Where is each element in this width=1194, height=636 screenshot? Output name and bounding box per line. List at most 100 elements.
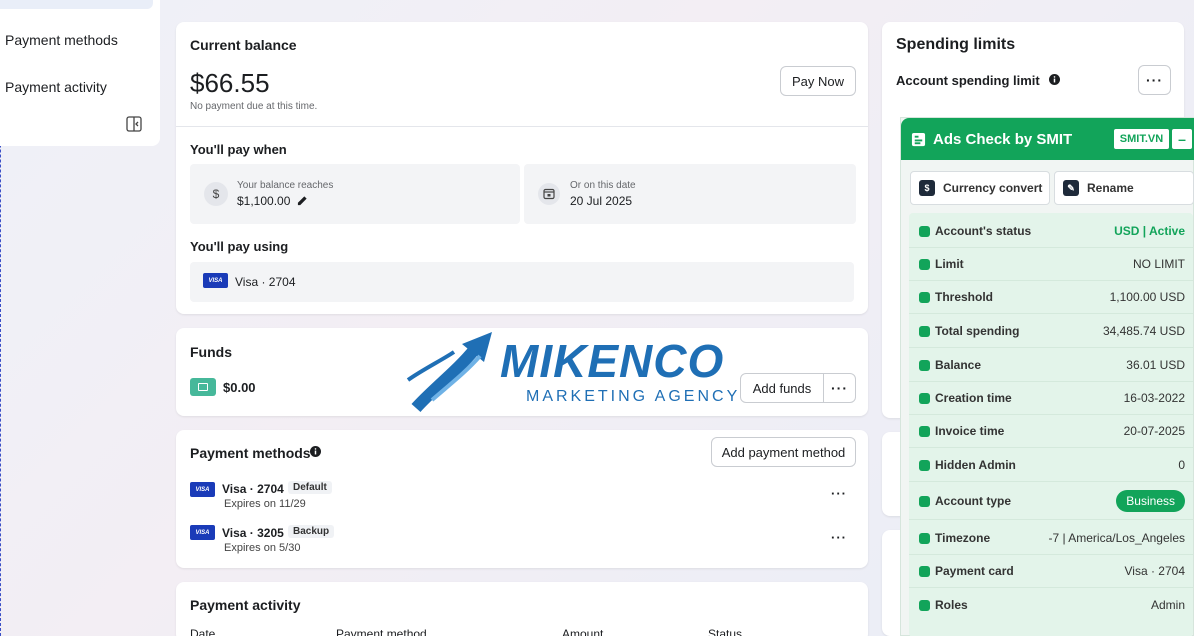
balance-icon xyxy=(919,360,930,371)
row-value: Admin xyxy=(1150,598,1185,612)
row-label: Roles xyxy=(935,598,968,612)
method-expiry: Expires on 5/30 xyxy=(224,542,301,554)
payment-methods-title: Payment methods xyxy=(190,445,311,461)
dollar-icon: $ xyxy=(204,182,228,206)
status-icon xyxy=(919,226,930,237)
method-expiry: Expires on 11/29 xyxy=(224,498,306,510)
column-header-payment-method[interactable]: Payment method xyxy=(336,627,427,636)
row-value: 1,100.00 USD xyxy=(1109,290,1185,304)
threshold-value: $1,100.00 xyxy=(237,194,291,208)
row-label: Account's status xyxy=(935,224,1032,238)
row-value: 0 xyxy=(1178,458,1185,472)
row-balance: Balance 36.01 USD xyxy=(909,349,1193,382)
row-label: Invoice time xyxy=(935,424,1005,438)
row-label: Limit xyxy=(935,257,964,271)
calendar-icon xyxy=(538,183,560,205)
current-balance-card: Current balance $66.55 No payment due at… xyxy=(176,22,868,314)
pencil-icon: ✎ xyxy=(1063,180,1079,196)
method-more-button[interactable]: ··· xyxy=(831,530,847,545)
account-info-list: Account's status USD | Active Limit NO LIM… xyxy=(909,213,1193,636)
pay-using-box: VISA Visa · 2704 xyxy=(190,262,854,302)
balance-card-title: Current balance xyxy=(190,37,297,53)
method-more-button[interactable]: ··· xyxy=(831,486,847,501)
balance-amount: $66.55 xyxy=(190,68,270,98)
card-icon xyxy=(919,566,930,577)
method-name: Visa · 2704 xyxy=(222,482,284,496)
billing-sidebar: Payment methods Payment activity xyxy=(0,0,160,146)
pay-using-card: Visa · 2704 xyxy=(235,275,296,289)
row-value: NO LIMIT xyxy=(1132,257,1185,271)
smit-badge[interactable]: SMIT.VN xyxy=(1114,129,1169,149)
row-roles: Roles Admin xyxy=(909,589,1193,622)
visa-logo: VISA xyxy=(190,482,215,497)
row-label: Timezone xyxy=(935,531,991,545)
threshold-label: Your balance reaches xyxy=(237,180,334,191)
funds-amount: $0.00 xyxy=(223,380,256,395)
extension-title: Ads Check by SMIT xyxy=(933,131,1073,148)
row-label: Threshold xyxy=(935,290,994,304)
invoice-icon xyxy=(919,426,930,437)
row-invoice-time: Invoice time 20-07-2025 xyxy=(909,415,1193,448)
row-limit: Limit NO LIMIT xyxy=(909,248,1193,281)
row-value: 16-03-2022 xyxy=(1123,391,1185,405)
date-value: 20 Jul 2025 xyxy=(570,194,633,208)
collapse-sidebar-icon[interactable] xyxy=(126,116,142,132)
payment-activity-title: Payment activity xyxy=(190,597,301,613)
funds-title: Funds xyxy=(190,344,232,360)
account-spending-limit-label: Account spending limit xyxy=(896,73,1040,88)
visa-logo: VISA xyxy=(203,273,228,288)
spending-limits-title: Spending limits xyxy=(896,36,1016,53)
info-icon[interactable] xyxy=(310,446,321,457)
column-header-date[interactable]: Date xyxy=(190,627,215,636)
spending-icon xyxy=(919,326,930,337)
sidebar-item-payment-activity[interactable]: Payment activity xyxy=(5,79,107,95)
row-account-status: Account's status USD | Active xyxy=(909,215,1193,248)
row-label: Account type xyxy=(935,494,1012,508)
row-account-type: Account type Business xyxy=(909,483,1193,520)
currency-convert-button[interactable]: $ Currency convert xyxy=(910,171,1050,205)
row-hidden-admin: Hidden Admin 0 xyxy=(909,449,1193,482)
currency-convert-label: Currency convert xyxy=(943,181,1043,195)
threshold-icon xyxy=(919,292,930,303)
mikenco-logo: MIKENCO MARKETING AGENCY xyxy=(402,330,758,412)
account-type-badge: Business xyxy=(1116,490,1185,512)
add-payment-method-button[interactable]: Add payment method xyxy=(711,437,856,467)
row-value: -7 | America/Los_Angeles xyxy=(1048,531,1185,545)
logo-name: MIKENCO xyxy=(500,335,725,387)
payment-activity-card: Payment activity Date Payment method Amo… xyxy=(176,582,868,636)
currency-icon: $ xyxy=(919,180,935,196)
pay-using-title: You'll pay using xyxy=(190,239,289,254)
sidebar-item-payment-methods[interactable]: Payment methods xyxy=(5,32,118,48)
row-value: 36.01 USD xyxy=(1126,358,1185,372)
row-payment-card: Payment card Visa · 2704 xyxy=(909,555,1193,588)
ads-check-extension-panel: Ads Check by SMIT SMIT.VN – $ Currency c… xyxy=(900,117,1194,636)
minimize-button[interactable]: – xyxy=(1172,129,1192,149)
threshold-box: $ Your balance reaches $1,100.00 xyxy=(190,164,520,224)
spending-more-button[interactable]: ··· xyxy=(1138,65,1171,95)
pay-now-button[interactable]: Pay Now xyxy=(780,66,856,96)
rename-button[interactable]: ✎ Rename xyxy=(1054,171,1194,205)
column-header-amount[interactable]: Amount xyxy=(562,627,603,636)
logo-arrow-mark xyxy=(406,332,492,412)
info-icon[interactable] xyxy=(1049,74,1060,85)
row-value: 20-07-2025 xyxy=(1123,424,1185,438)
pay-when-title: You'll pay when xyxy=(190,142,287,157)
default-tag: Default xyxy=(288,481,332,494)
extension-logo-icon xyxy=(911,132,926,147)
payment-methods-card: Payment methods Add payment method VISA … xyxy=(176,430,868,568)
shield-icon xyxy=(919,460,930,471)
balance-note: No payment due at this time. xyxy=(190,101,318,112)
column-header-status[interactable]: Status xyxy=(708,627,742,636)
row-creation-time: Creation time 16-03-2022 xyxy=(909,382,1193,415)
row-label: Creation time xyxy=(935,391,1012,405)
extension-header[interactable]: Ads Check by SMIT SMIT.VN – xyxy=(901,118,1194,160)
logo-tagline: MARKETING AGENCY xyxy=(526,388,741,405)
backup-tag: Backup xyxy=(288,525,335,538)
funds-more-button[interactable]: ··· xyxy=(823,373,856,403)
row-threshold: Threshold 1,100.00 USD xyxy=(909,281,1193,314)
users-icon xyxy=(919,600,930,611)
edit-pencil-icon[interactable] xyxy=(297,195,308,206)
method-name: Visa · 3205 xyxy=(222,526,284,540)
row-label: Total spending xyxy=(935,324,1020,338)
sidebar-active-item[interactable] xyxy=(0,0,153,9)
